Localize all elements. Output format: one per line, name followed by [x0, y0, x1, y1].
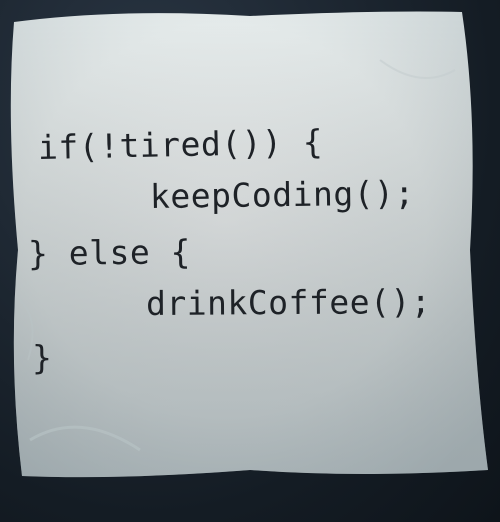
code-line-if: if(!tired()) {: [37, 122, 324, 167]
code-line-close-brace: }: [32, 338, 53, 377]
code-line-drink-coffee: drinkCoffee();: [145, 282, 432, 323]
code-line-keep-coding: keepCoding();: [149, 173, 416, 216]
code-line-else: } else {: [27, 232, 192, 273]
printed-code: if(!tired()) { keepCoding(); } else { dr…: [0, 0, 500, 522]
